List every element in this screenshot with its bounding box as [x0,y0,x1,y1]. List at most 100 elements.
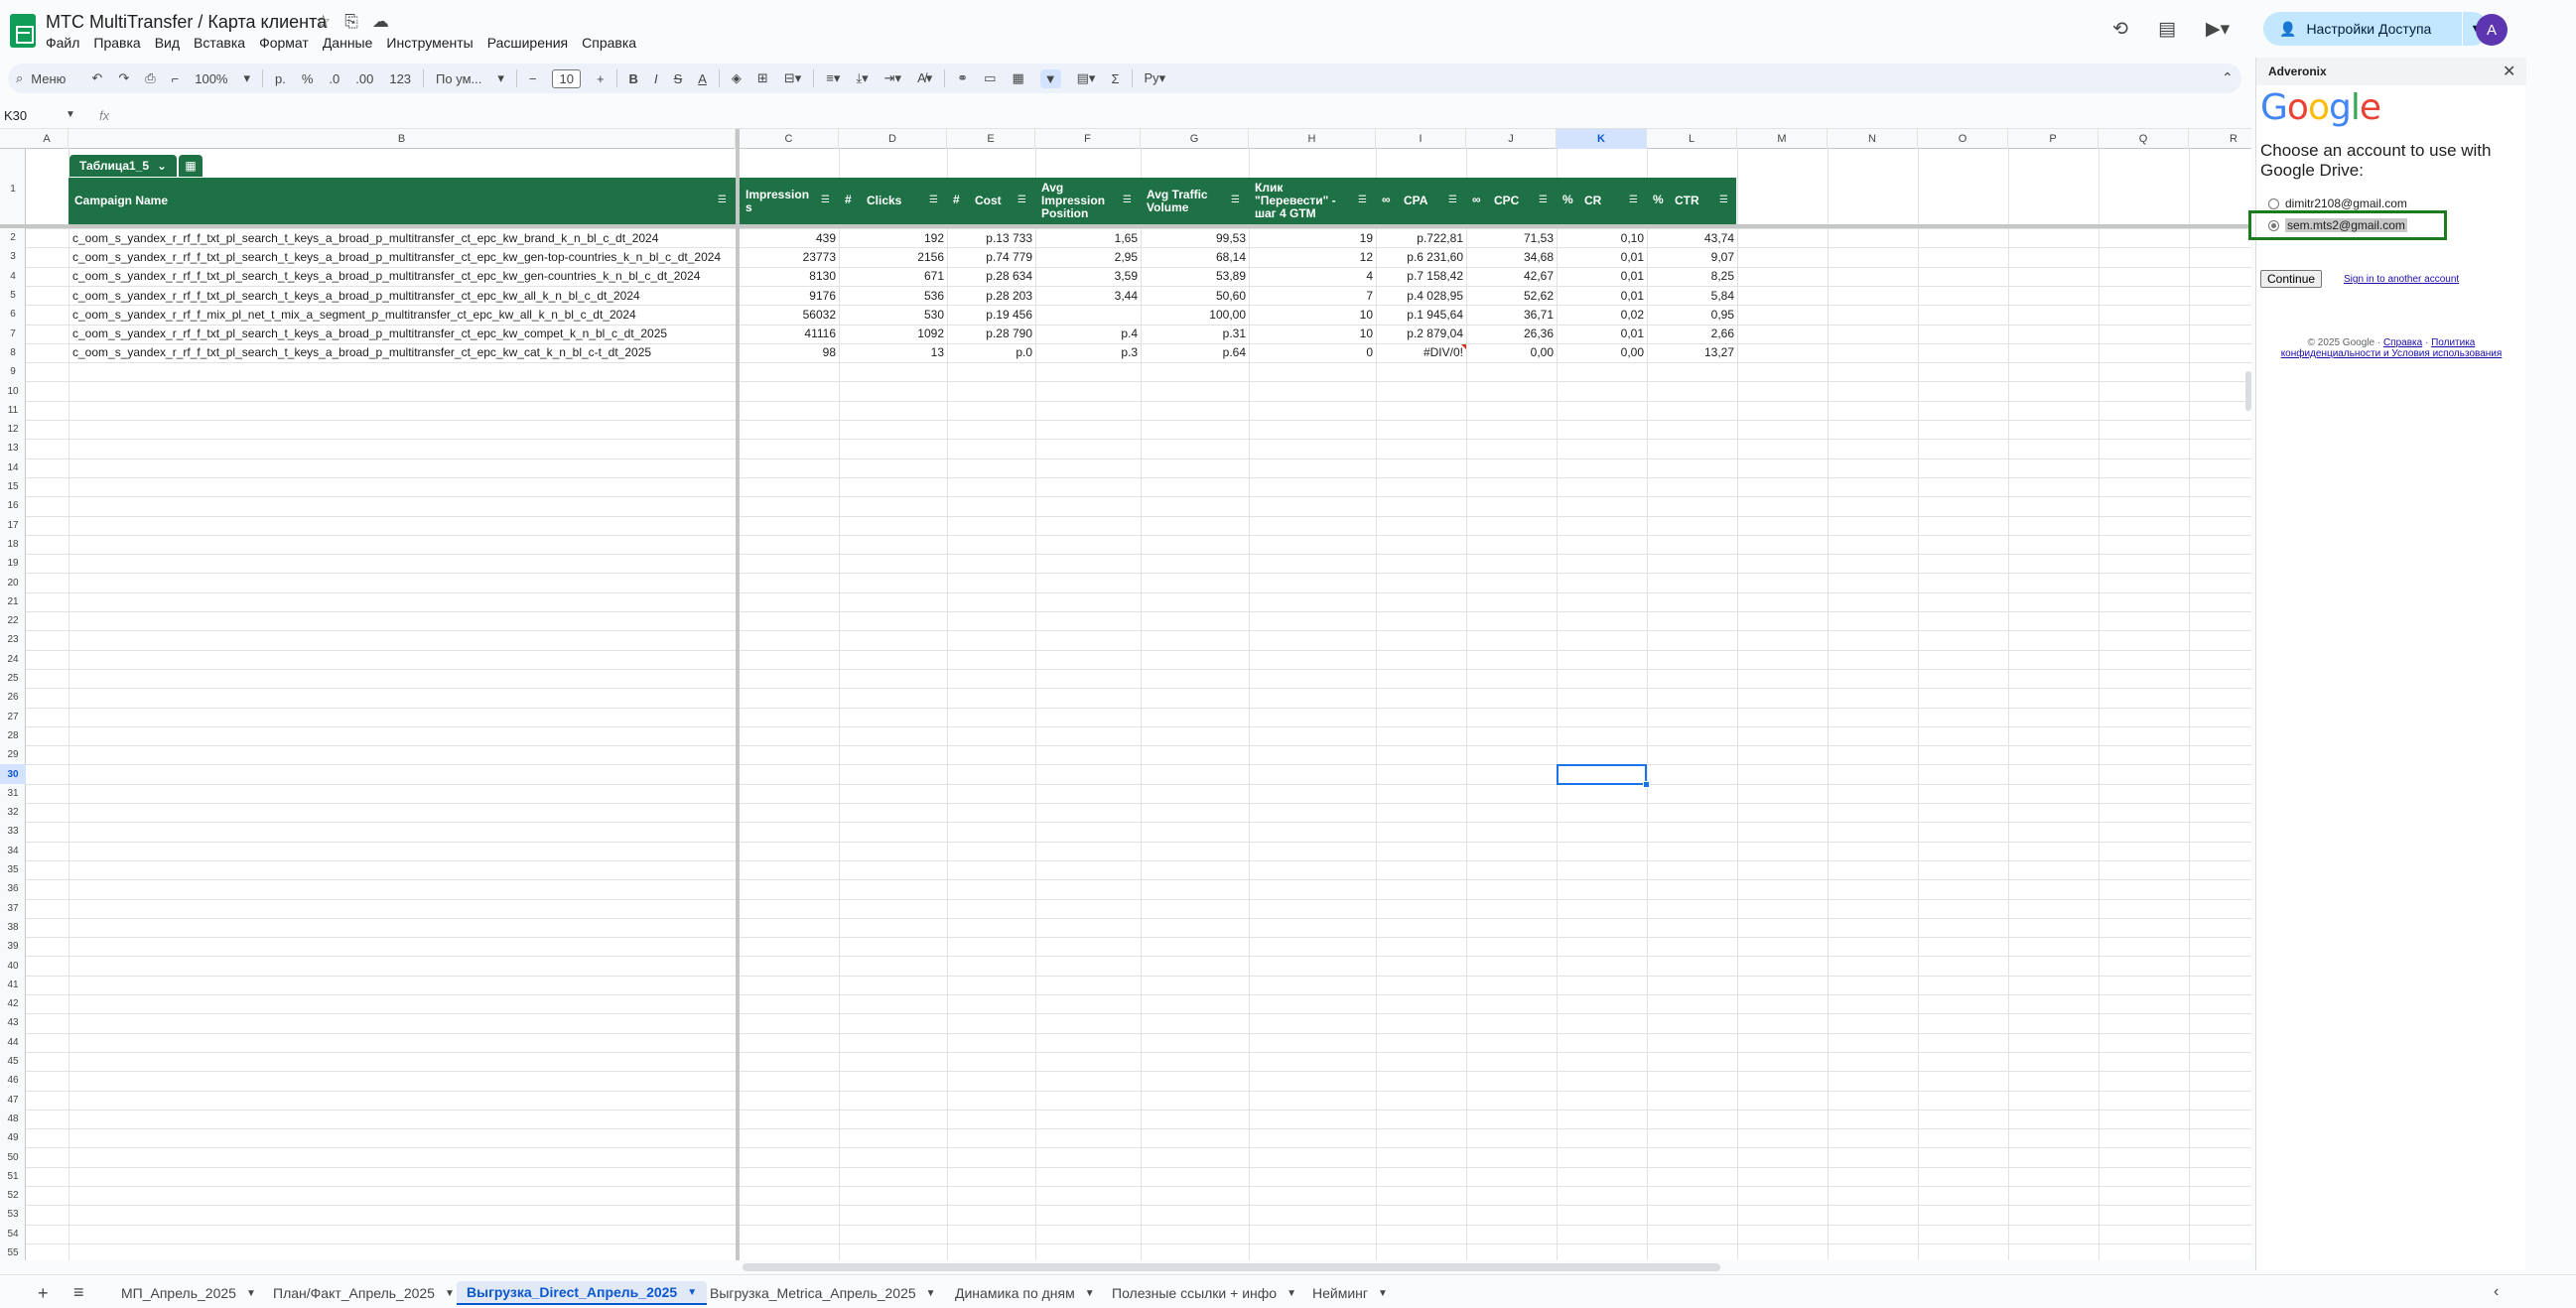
row-header-11[interactable]: 11 [0,401,26,420]
row-header-20[interactable]: 20 [0,573,26,591]
print-icon[interactable]: ⎙ [145,70,155,86]
row-header-32[interactable]: 32 [0,803,26,822]
table-cell[interactable]: 0,01 [1557,286,1644,305]
table-cell[interactable]: 52,62 [1466,286,1554,305]
row-header-38[interactable]: 38 [0,918,26,937]
column-header-H[interactable]: H [1249,129,1376,149]
undo-icon[interactable]: ↶ [91,70,102,86]
table-cell[interactable]: 68,14 [1141,247,1246,266]
sign-in-another-account-link[interactable]: Sign in to another account [2344,274,2459,285]
row-header-37[interactable]: 37 [0,899,26,918]
table-header-cell[interactable]: Cost [969,178,1016,224]
column-filter-icon[interactable]: ☰ [1719,195,1728,205]
column-filter-icon[interactable]: ☰ [929,195,938,205]
column-header-D[interactable]: D [839,129,947,149]
add-sheet-plus-icon[interactable]: + [38,1283,49,1304]
search-menu-icon[interactable]: ⌕ [16,70,23,86]
font-select[interactable]: По ум... [436,71,481,86]
column-header-R[interactable]: R [2189,129,2251,149]
row-header-39[interactable]: 39 [0,937,26,956]
table-cell[interactable]: 9,07 [1647,247,1734,266]
column-filter-icon[interactable]: ☰ [1123,195,1132,205]
sheet-tab-chevron-down-icon[interactable]: ▼ [1378,1288,1388,1299]
menu-extensions[interactable]: Расширения [487,35,577,51]
row-header-6[interactable]: 6 [0,305,26,324]
table-cell[interactable]: р.31 [1141,325,1246,343]
row-header-47[interactable]: 47 [0,1091,26,1110]
frozen-row-divider[interactable] [0,224,2251,228]
table-cell[interactable]: 4 [1249,267,1373,286]
table-cell[interactable]: р.64 [1141,343,1246,362]
row-header-55[interactable]: 55 [0,1243,26,1260]
insert-link-icon[interactable]: ⚭ [957,70,968,86]
table-cell[interactable]: 10 [1249,305,1373,324]
row-header-22[interactable]: 22 [0,611,26,630]
fill-color-icon[interactable]: ◈ [732,70,742,86]
row-header-21[interactable]: 21 [0,592,26,611]
table-cell[interactable]: 9176 [740,286,836,305]
filter-views-icon[interactable]: ▤▾ [1077,70,1096,86]
table-cell[interactable]: р.3 [1035,343,1138,362]
table-cell[interactable]: 536 [839,286,944,305]
column-header-L[interactable]: L [1647,129,1737,149]
row-header-28[interactable]: 28 [0,726,26,745]
row-header-1[interactable]: 1 [0,149,26,228]
table-cell[interactable]: 8130 [740,267,836,286]
move-folder-icon[interactable]: ⎘ [344,12,358,32]
table-cell[interactable]: 439 [740,228,836,247]
row-header-14[interactable]: 14 [0,458,26,477]
table-cell[interactable]: 71,53 [1466,228,1554,247]
increase-decimal-button[interactable]: .00 [355,71,373,86]
zoom-chevron-down-icon[interactable]: ▾ [243,70,250,86]
table-menu-chevron-down-icon[interactable]: ⌄ [157,159,167,173]
avatar[interactable]: A [2476,14,2508,46]
column-filter-icon[interactable]: ☰ [718,195,727,205]
row-header-45[interactable]: 45 [0,1052,26,1071]
table-cell[interactable]: 0,01 [1557,267,1644,286]
table-cell[interactable]: 13 [839,343,944,362]
table-cell[interactable]: р.4 028,95 [1376,286,1463,305]
table-cell[interactable]: c_oom_s_yandex_r_rf_f_txt_pl_search_t_ke… [72,343,651,362]
table-cell[interactable]: 26,36 [1466,325,1554,343]
collapse-side-panel-chevron-left-icon[interactable]: ‹ [2494,1283,2499,1301]
font-chevron-down-icon[interactable]: ▾ [497,70,504,86]
paint-format-icon[interactable]: ⌐ [172,71,180,86]
table-cell[interactable]: 0,00 [1466,343,1554,362]
sheet-tab-chevron-down-icon[interactable]: ▼ [1287,1288,1296,1299]
table-header-cell[interactable]: Campaign Name [68,178,716,224]
history-icon[interactable]: ⟲ [2112,18,2128,41]
table-cell[interactable]: 0,00 [1557,343,1644,362]
table-cell[interactable]: 10 [1249,325,1373,343]
table-cell[interactable]: c_oom_s_yandex_r_rf_f_txt_pl_search_t_ke… [72,286,640,305]
table-cell[interactable]: c_oom_s_yandex_r_rf_f_txt_pl_search_t_ke… [72,228,658,247]
row-header-33[interactable]: 33 [0,822,26,841]
row-header-52[interactable]: 52 [0,1186,26,1205]
row-header-48[interactable]: 48 [0,1110,26,1128]
table-cell[interactable]: 19 [1249,228,1373,247]
table-cell[interactable]: 192 [839,228,944,247]
table-cell[interactable]: 530 [839,305,944,324]
sheet-tab[interactable]: Выгрузка_Direct_Апрель_2025 ▼ [457,1281,708,1305]
menu-format[interactable]: Формат [259,35,318,51]
table-cell[interactable]: 2,66 [1647,325,1734,343]
table-cell[interactable]: 42,67 [1466,267,1554,286]
row-header-31[interactable]: 31 [0,784,26,803]
table-header-cell[interactable]: Impression s [740,178,819,224]
row-header-23[interactable]: 23 [0,630,26,649]
sheet-tab[interactable]: Нейминг ▼ [1302,1281,1398,1305]
table-cell[interactable]: 56032 [740,305,836,324]
table-cell[interactable]: р.7 158,42 [1376,267,1463,286]
row-header-42[interactable]: 42 [0,994,26,1013]
insert-comment-icon[interactable]: ▭ [984,70,996,86]
percent-format-button[interactable]: % [302,71,314,86]
table-cell[interactable]: 53,89 [1141,267,1246,286]
table-cell[interactable]: 3,59 [1035,267,1138,286]
row-header-12[interactable]: 12 [0,420,26,439]
table-cell[interactable]: р.28 203 [947,286,1032,305]
footer-help-link[interactable]: Справка [2383,337,2422,348]
row-header-18[interactable]: 18 [0,535,26,554]
table-cell[interactable]: р.28 634 [947,267,1032,286]
table-cell[interactable]: 0,02 [1557,305,1644,324]
functions-icon[interactable]: Σ [1111,71,1119,86]
sheet-tab-chevron-down-icon[interactable]: ▼ [445,1288,455,1299]
